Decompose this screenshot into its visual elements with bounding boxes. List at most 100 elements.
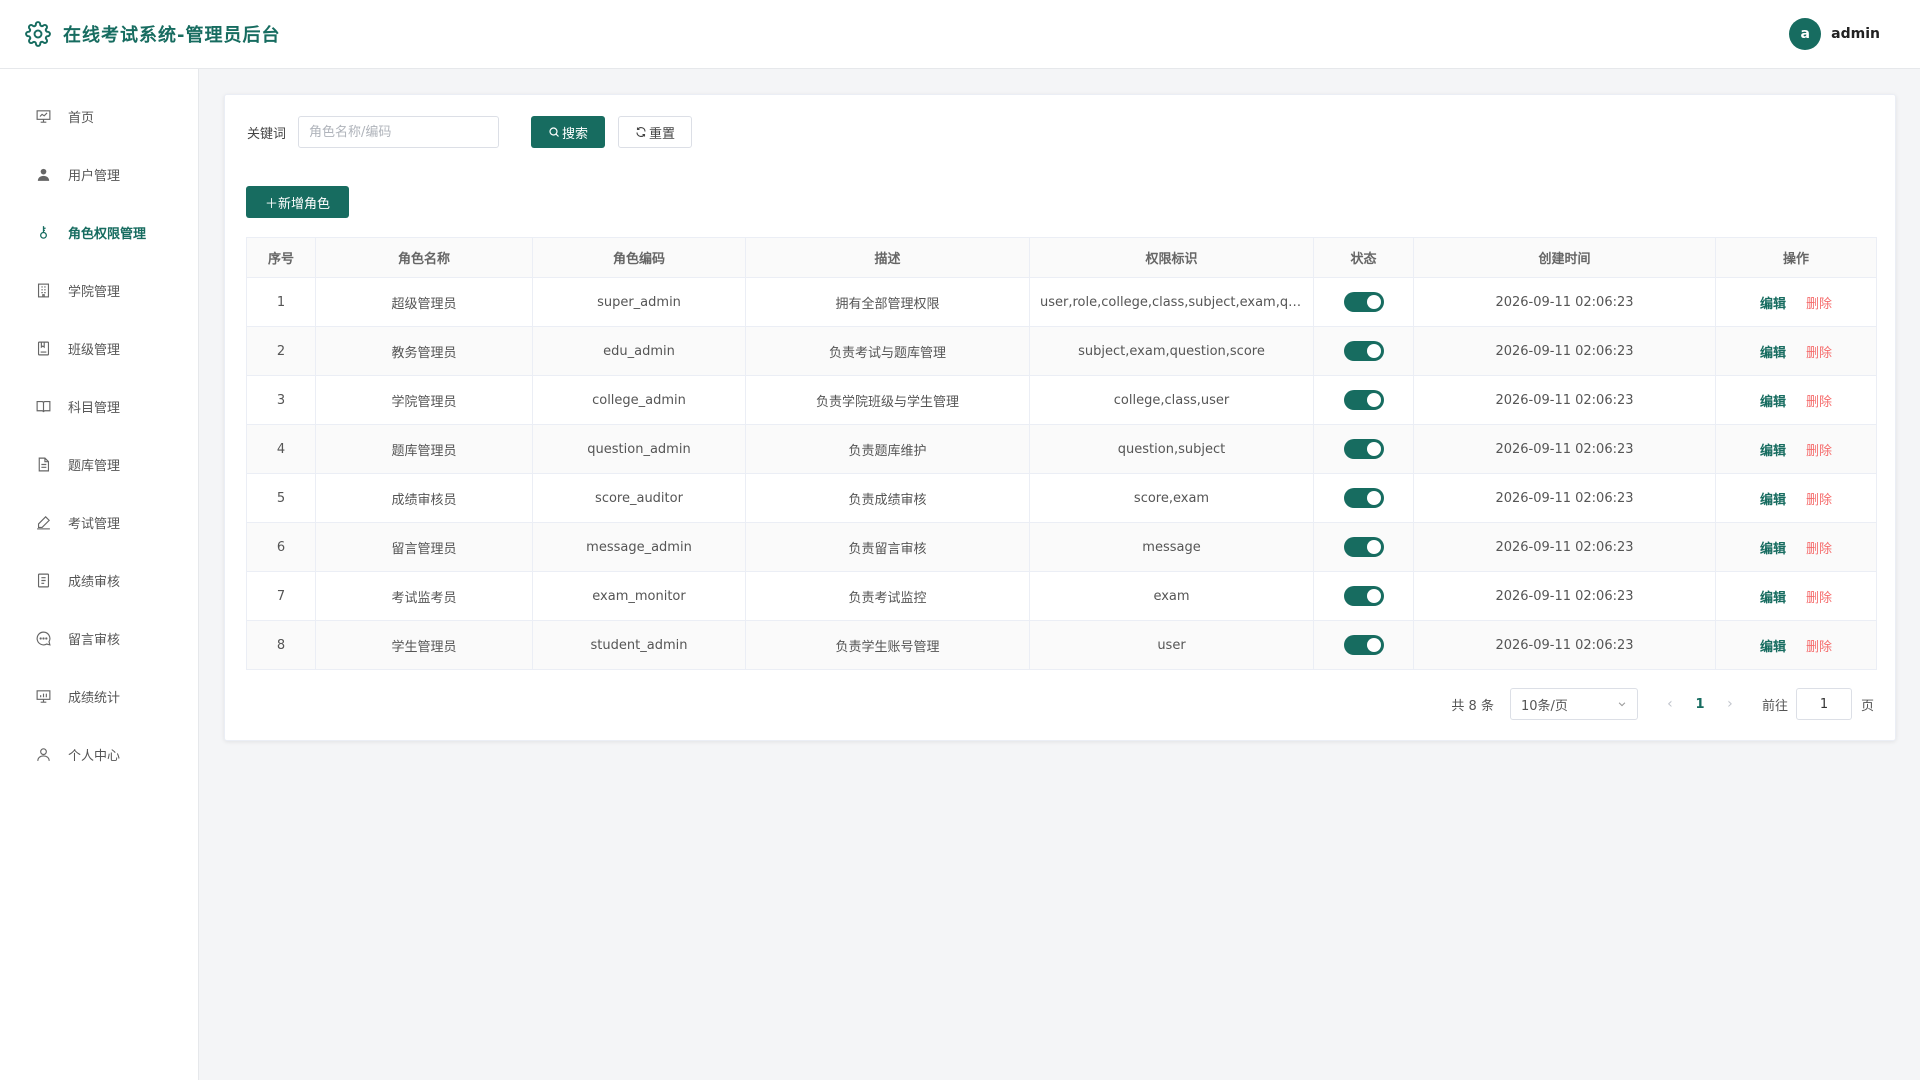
sidebar-item-score-stats[interactable]: 成绩统计 [0, 667, 198, 725]
sidebar-item-score-review[interactable]: 成绩审核 [0, 551, 198, 609]
cell-name: 成绩审核员 [315, 473, 533, 523]
table-row: 6 留言管理员 message_admin 负责留言审核 message 202… [246, 522, 1877, 572]
edit-link[interactable]: 编辑 [1760, 493, 1786, 508]
cell-code: message_admin [532, 522, 746, 572]
cell-desc: 负责题库维护 [745, 424, 1030, 474]
delete-link[interactable]: 删除 [1806, 542, 1832, 557]
status-switch[interactable] [1343, 488, 1384, 508]
sidebar-item-label: 成绩统计 [68, 690, 121, 706]
next-page-button[interactable]: › [1720, 696, 1740, 712]
delete-link[interactable]: 删除 [1806, 395, 1832, 410]
status-switch[interactable] [1343, 537, 1384, 557]
page-suffix: 页 [1860, 698, 1874, 714]
cell-created: 2026-09-11 02:06:23 [1413, 473, 1716, 523]
cell-perms: message [1029, 522, 1314, 572]
edit-link[interactable]: 编辑 [1760, 297, 1786, 312]
avatar[interactable]: a [1789, 18, 1822, 50]
sidebar-item-profile[interactable]: 个人中心 [0, 725, 198, 783]
refresh-icon [636, 127, 646, 137]
document-icon [35, 456, 52, 473]
cell-perms: subject,exam,question,score [1029, 326, 1314, 376]
edit-link[interactable]: 编辑 [1760, 542, 1786, 557]
keyword-input[interactable] [298, 116, 500, 148]
cell-code: question_admin [532, 424, 746, 474]
status-switch[interactable] [1343, 341, 1384, 361]
search-icon [549, 127, 559, 137]
gear-logo-icon [25, 21, 51, 47]
column-header: 操作 [1715, 237, 1877, 278]
page-number[interactable]: 1 [1680, 697, 1720, 712]
page-size-select[interactable]: 10条/页 [1509, 688, 1638, 720]
status-switch[interactable] [1343, 292, 1384, 312]
delete-link[interactable]: 删除 [1806, 640, 1832, 655]
sidebar-item-users[interactable]: 用户管理 [0, 145, 198, 203]
cell-name: 超级管理员 [315, 277, 533, 327]
table-row: 3 学院管理员 college_admin 负责学院班级与学生管理 colleg… [246, 375, 1877, 425]
chevron-down-icon [1618, 702, 1626, 707]
cell-name: 学生管理员 [315, 620, 533, 670]
table-row: 7 考试监考员 exam_monitor 负责考试监控 exam 2026-09… [246, 571, 1877, 621]
sidebar-item-label: 角色权限管理 [68, 226, 147, 242]
user-menu[interactable]: a admin [1789, 18, 1880, 50]
column-header: 角色编码 [532, 237, 746, 278]
column-header: 状态 [1313, 237, 1414, 278]
cell-code: college_admin [532, 375, 746, 425]
delete-link[interactable]: 删除 [1806, 591, 1832, 606]
edit-link[interactable]: 编辑 [1760, 395, 1786, 410]
pen-icon [35, 514, 52, 531]
delete-link[interactable]: 删除 [1806, 444, 1832, 459]
sidebar-item-home[interactable]: 首页 [0, 87, 198, 145]
cell-desc: 负责成绩审核 [745, 473, 1030, 523]
delete-link[interactable]: 删除 [1806, 346, 1832, 361]
cell-actions: 编辑 删除 [1715, 473, 1877, 523]
edit-link[interactable]: 编辑 [1760, 444, 1786, 459]
cell-name: 题库管理员 [315, 424, 533, 474]
cell-created: 2026-09-11 02:06:23 [1413, 277, 1716, 327]
reset-button[interactable]: 重置 [618, 116, 693, 148]
cell-code: edu_admin [532, 326, 746, 376]
cell-code: score_auditor [532, 473, 746, 523]
dashboard-icon [35, 108, 52, 125]
cell-perms: score,exam [1029, 473, 1314, 523]
cell-actions: 编辑 删除 [1715, 620, 1877, 670]
cell-status [1313, 424, 1414, 474]
book-icon [35, 398, 52, 415]
cell-perms: college,class,user [1029, 375, 1314, 425]
status-switch[interactable] [1343, 390, 1384, 410]
sidebar-item-colleges[interactable]: 学院管理 [0, 261, 198, 319]
edit-link[interactable]: 编辑 [1760, 591, 1786, 606]
search-button[interactable]: 搜索 [531, 116, 606, 148]
cell-created: 2026-09-11 02:06:23 [1413, 571, 1716, 621]
cell-perms: question,subject [1029, 424, 1314, 474]
username[interactable]: admin [1831, 26, 1880, 42]
goto-page-input[interactable] [1795, 688, 1852, 720]
cell-name: 学院管理员 [315, 375, 533, 425]
sidebar-item-exams[interactable]: 考试管理 [0, 493, 198, 551]
sidebar-item-question-bank[interactable]: 题库管理 [0, 435, 198, 493]
delete-link[interactable]: 删除 [1806, 493, 1832, 508]
cell-status [1313, 277, 1414, 327]
cell-no: 2 [246, 326, 316, 376]
cell-name: 留言管理员 [315, 522, 533, 572]
sidebar-item-classes[interactable]: 班级管理 [0, 319, 198, 377]
status-switch[interactable] [1343, 439, 1384, 459]
column-header: 描述 [745, 237, 1030, 278]
prev-page-button[interactable]: ‹ [1660, 696, 1680, 712]
sidebar-item-message-review[interactable]: 留言审核 [0, 609, 198, 667]
sidebar-item-subjects[interactable]: 科目管理 [0, 377, 198, 435]
sidebar-item-label: 题库管理 [68, 458, 121, 474]
add-role-button[interactable]: ＋ 新增角色 [246, 186, 349, 218]
sidebar-item-roles[interactable]: 角色权限管理 [0, 203, 198, 261]
edit-link[interactable]: 编辑 [1760, 346, 1786, 361]
list-icon [35, 572, 52, 589]
cell-created: 2026-09-11 02:06:23 [1413, 424, 1716, 474]
status-switch[interactable] [1343, 586, 1384, 606]
edit-link[interactable]: 编辑 [1760, 640, 1786, 655]
delete-link[interactable]: 删除 [1806, 297, 1832, 312]
cell-status [1313, 522, 1414, 572]
cell-desc: 负责考试监控 [745, 571, 1030, 621]
cell-no: 7 [246, 571, 316, 621]
cell-created: 2026-09-11 02:06:23 [1413, 620, 1716, 670]
cell-no: 6 [246, 522, 316, 572]
status-switch[interactable] [1343, 635, 1384, 655]
